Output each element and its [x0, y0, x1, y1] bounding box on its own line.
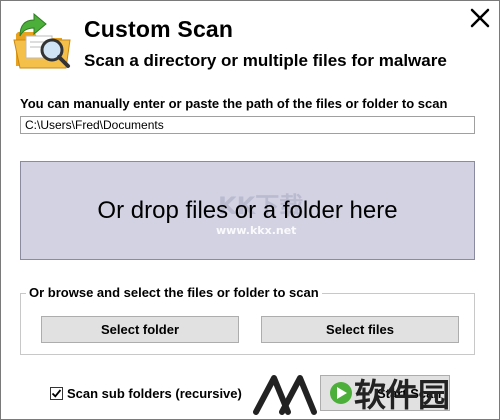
checkmark-icon: [51, 388, 62, 398]
select-folder-button[interactable]: Select folder: [41, 316, 239, 343]
browse-legend: Or browse and select the files or folder…: [26, 285, 322, 300]
select-files-button[interactable]: Select files: [261, 316, 459, 343]
drop-zone[interactable]: Or drop files or a folder here KK下载 www.…: [20, 161, 475, 260]
scan-subfolders-checkbox[interactable]: [50, 386, 63, 400]
drop-zone-text: Or drop files or a folder here: [97, 196, 398, 224]
scan-subfolders-label: Scan sub folders (recursive): [67, 385, 242, 401]
scan-subfolders-option[interactable]: Scan sub folders (recursive): [50, 385, 242, 401]
path-input[interactable]: [20, 116, 475, 134]
dialog-title: Custom Scan: [84, 16, 234, 42]
folder-search-icon: [13, 12, 71, 69]
dialog-subtitle: Scan a directory or multiple files for m…: [84, 51, 447, 70]
close-icon[interactable]: [466, 4, 494, 32]
path-label: You can manually enter or paste the path…: [20, 96, 448, 111]
watermark-url: www.kkx.net: [216, 224, 296, 237]
scan-icon: [330, 382, 352, 404]
